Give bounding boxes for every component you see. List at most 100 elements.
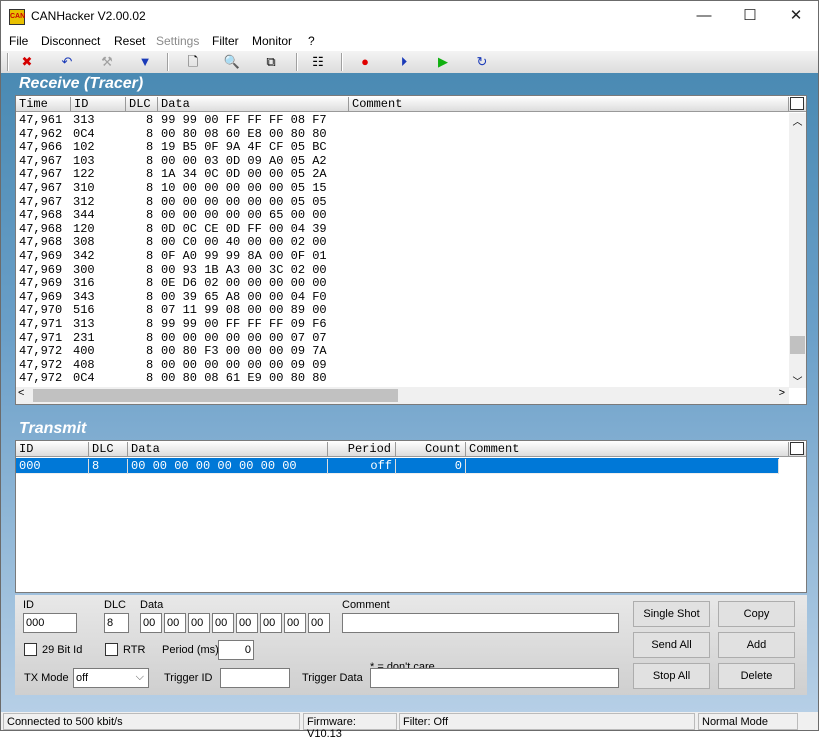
loop-icon[interactable]: ↻ — [470, 53, 494, 71]
menu-disconnect[interactable]: Disconnect — [41, 34, 100, 48]
menu-help[interactable]: ? — [308, 34, 315, 48]
comment-input[interactable] — [342, 613, 619, 633]
col-data[interactable]: Data — [128, 442, 328, 457]
filter-icon[interactable]: ▼ — [133, 53, 157, 71]
cell-id: 103 — [73, 153, 95, 168]
cell-dlc: 8 — [146, 167, 154, 182]
menu-monitor[interactable]: Monitor — [252, 34, 292, 48]
col-count[interactable]: Count — [396, 442, 466, 457]
cell-id: 343 — [73, 289, 95, 304]
col-id[interactable]: ID — [71, 97, 126, 112]
disconnect-icon[interactable]: ✖ — [15, 53, 39, 71]
trigger-data-input[interactable] — [370, 668, 619, 688]
id-input[interactable]: 000 — [23, 613, 77, 633]
data-byte-input[interactable]: 00 — [212, 613, 234, 633]
cell-data: 00 93 1B A3 00 3C 02 00 — [161, 262, 327, 277]
maximize-list-icon[interactable] — [790, 442, 804, 455]
cell-id: 0C4 — [73, 126, 95, 141]
menu-file[interactable]: File — [9, 34, 28, 48]
record-icon[interactable]: ● — [353, 53, 377, 71]
col-comment[interactable]: Comment — [349, 97, 789, 112]
txmode-value: off — [76, 672, 89, 684]
add-button[interactable]: Add — [718, 632, 795, 658]
copy-button[interactable]: Copy — [718, 601, 795, 627]
trigger-id-input[interactable] — [220, 668, 290, 688]
cell-period: off — [328, 459, 396, 474]
toolbar-separator — [296, 53, 298, 71]
cell-data: 00 00 03 0D 09 A0 05 A2 — [161, 153, 327, 168]
title-bar: CAN CANHacker V2.00.02 — ☐ ✕ — [0, 0, 819, 31]
cell-id: 310 — [73, 181, 95, 195]
data-byte-input[interactable]: 00 — [164, 613, 186, 633]
29bit-checkbox[interactable] — [24, 643, 37, 656]
cell-data: 10 00 00 00 00 00 05 15 — [161, 181, 327, 195]
data-byte-input[interactable]: 00 — [260, 613, 282, 633]
txmode-select[interactable]: off ⌵ — [73, 668, 149, 688]
cell-dlc: 8 — [146, 371, 154, 386]
cell-id: 312 — [73, 194, 95, 209]
minimize-button[interactable]: — — [681, 1, 727, 31]
preview-icon[interactable]: 🔍 — [220, 53, 244, 71]
tools-icon[interactable]: ⚒ — [95, 53, 119, 71]
data-byte-input[interactable]: 00 — [284, 613, 306, 633]
window-title: CANHacker V2.00.02 — [31, 9, 146, 23]
receive-list[interactable]: Time ID DLC Data Comment 47,961 313 8 99 99… — [15, 95, 807, 405]
col-dlc[interactable]: DLC — [89, 442, 128, 457]
maximize-button[interactable]: ☐ — [727, 1, 773, 31]
cell-id: 000 — [16, 459, 89, 474]
stop-all-button[interactable]: Stop All — [633, 663, 710, 689]
transmit-list[interactable]: ID DLC Data Period Count Comment 000 8 0… — [15, 440, 807, 593]
delete-button[interactable]: Delete — [718, 663, 795, 689]
data-byte-input[interactable]: 00 — [140, 613, 162, 633]
data-byte-input[interactable]: 00 — [308, 613, 330, 633]
menu-settings[interactable]: Settings — [156, 34, 199, 48]
toolbar-separator — [341, 53, 343, 71]
col-data[interactable]: Data — [158, 97, 349, 112]
cell-dlc: 8 — [146, 289, 154, 304]
col-id[interactable]: ID — [16, 442, 89, 457]
data-byte-input[interactable]: 00 — [188, 613, 210, 633]
cell-data: 00 39 65 A8 00 00 04 F0 — [161, 289, 327, 304]
receive-hscrollbar[interactable]: < > — [16, 387, 789, 404]
status-bar: Connected to 500 kbit/s Firmware: V10.13… — [0, 712, 819, 740]
cell-time: 47,966 — [19, 140, 63, 155]
send-all-button[interactable]: Send All — [633, 632, 710, 658]
cell-data: 00 00 00 00 00 00 05 05 — [161, 194, 327, 209]
transmit-row[interactable]: 000 8 00 00 00 00 00 00 00 00 off 0 — [16, 458, 779, 474]
cell-time: 47,971 — [19, 317, 63, 331]
cell-dlc: 8 — [146, 303, 154, 318]
cell-dlc: 8 — [89, 459, 128, 474]
cell-dlc: 8 — [146, 126, 154, 141]
close-button[interactable]: ✕ — [773, 1, 819, 31]
menu-filter[interactable]: Filter — [212, 34, 239, 48]
col-period[interactable]: Period — [328, 442, 396, 457]
step-icon[interactable]: ⏵ — [392, 53, 416, 71]
copy-icon[interactable]: ⧉ — [259, 53, 283, 71]
menu-bar: File Disconnect Reset Settings Filter Mo… — [0, 31, 819, 51]
list-settings-icon[interactable]: ☷ — [306, 53, 330, 71]
rtr-checkbox[interactable] — [105, 643, 118, 656]
col-dlc[interactable]: DLC — [126, 97, 158, 112]
dlc-input[interactable]: 8 — [104, 613, 129, 633]
new-file-icon[interactable]: 🗋 — [181, 53, 205, 71]
period-input[interactable]: 0 — [218, 640, 254, 660]
scroll-thumb[interactable] — [790, 336, 805, 354]
cell-data: 00 00 00 00 00 65 00 00 — [161, 208, 327, 223]
transmit-title: Transmit — [19, 420, 87, 437]
single-shot-button[interactable]: Single Shot — [633, 601, 710, 627]
cell-data: 00 80 08 60 E8 00 80 80 — [161, 126, 327, 141]
receive-vscrollbar[interactable]: ︿ ﹀ — [789, 113, 806, 388]
scroll-thumb[interactable] — [33, 389, 398, 402]
chevron-down-icon: ⌵ — [135, 671, 144, 683]
status-mode: Normal Mode — [698, 713, 798, 730]
undo-icon[interactable]: ↶ — [55, 53, 79, 71]
dlc-label: DLC — [104, 599, 127, 611]
col-comment[interactable]: Comment — [466, 442, 789, 457]
col-time[interactable]: Time — [16, 97, 71, 112]
maximize-list-icon[interactable] — [790, 97, 804, 110]
menu-reset[interactable]: Reset — [114, 34, 145, 48]
cell-id: 102 — [73, 140, 95, 155]
play-icon[interactable]: ▶ — [431, 53, 455, 71]
data-byte-input[interactable]: 00 — [236, 613, 258, 633]
cell-dlc: 8 — [146, 181, 154, 195]
